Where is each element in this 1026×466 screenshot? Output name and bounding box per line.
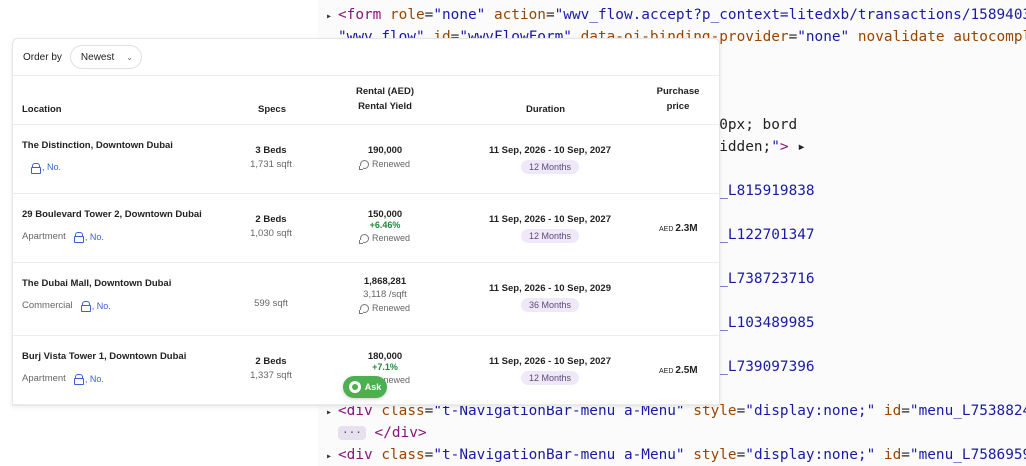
column-purchase-price[interactable]: Purchase price [653, 85, 703, 113]
column-duration[interactable]: Duration [526, 103, 565, 116]
location-sub: Apartment , No. [22, 231, 104, 243]
duration-range: 11 Sep, 2026 - 10 Sep, 2027 [488, 145, 611, 156]
renewed-label: Renewed [371, 159, 411, 169]
duration-months-badge: 12 Months [520, 371, 580, 385]
spec-sqft: 1,030 sqft [250, 228, 292, 239]
column-purchase-line2: price [666, 101, 690, 112]
lock-icon [80, 301, 91, 312]
renewed-status: Renewed [335, 303, 435, 314]
renewed-status: Renewed [335, 233, 435, 244]
unit-number-link[interactable]: , No. [85, 232, 104, 242]
code-text: ··· </div> [338, 425, 427, 441]
lock-icon [73, 374, 84, 385]
property-type: Apartment [22, 231, 66, 242]
rental-amount: 190,000 [367, 145, 403, 156]
renew-icon [358, 233, 369, 244]
rental-per-sqft: 3,118 /sqft [363, 289, 407, 300]
price-value: 2.3M [675, 223, 698, 234]
column-rental-line1: Rental (AED) [355, 86, 415, 97]
unit-number-link[interactable]: , No. [42, 162, 61, 172]
spec-sqft: 599 sqft [254, 298, 288, 309]
table-row[interactable]: The Distinction, Downtown Dubai , No. 3 Be… [13, 125, 719, 194]
order-select-value: Newest [80, 51, 115, 63]
order-by-label: Order by [23, 51, 62, 63]
unit-number-link[interactable]: , No. [92, 301, 111, 311]
expand-triangle-icon[interactable]: ▸ [326, 446, 338, 466]
unit-number-link[interactable]: , No. [85, 374, 104, 384]
duration-months-badge: 12 Months [520, 160, 580, 174]
table-header: Location Specs Rental (AED) Rental Yield… [13, 76, 719, 125]
table-row[interactable]: 29 Boulevard Tower 2, Downtown Dubai Apar… [13, 194, 719, 263]
location-title[interactable]: Burj Vista Tower 1, Downtown Dubai [22, 351, 186, 362]
column-rental-line2: Rental Yield [358, 101, 412, 112]
rental-amount: 1,868,281 [363, 276, 407, 287]
rental-cell: 150,000 +6.46% Renewed [335, 209, 435, 244]
code-text: <div class="t-NavigationBar-menu a-Menu"… [338, 447, 1026, 463]
renewed-status: Renewed [335, 159, 435, 170]
chevron-down-icon: ⌄ [126, 52, 133, 62]
renew-icon [358, 159, 369, 170]
renewed-label: Renewed [371, 303, 411, 313]
rental-yield-delta: +7.1% [372, 362, 398, 372]
duration-cell: 11 Sep, 2026 - 10 Sep, 2029 36 Months [475, 283, 625, 312]
duration-months-badge: 36 Months [520, 298, 580, 312]
code-text: <form role="none" action="wwv_flow.accep… [338, 7, 1026, 23]
location-sub: Commercial , No. [22, 300, 111, 312]
currency-label: AED [659, 368, 674, 375]
spec-beds: 2 Beds [255, 214, 287, 225]
location-sub: Apartment , No. [22, 373, 104, 385]
duration-cell: 11 Sep, 2026 - 10 Sep, 2027 12 Months [475, 214, 625, 243]
lock-icon [31, 162, 41, 174]
column-rental[interactable]: Rental (AED) Rental Yield [355, 85, 415, 113]
column-location[interactable]: Location [22, 103, 62, 116]
lock-icon [73, 232, 84, 243]
location-title[interactable]: The Dubai Mall, Downtown Dubai [22, 278, 171, 289]
whatsapp-ask-button[interactable]: Ask [343, 376, 387, 398]
ask-button-label: Ask [364, 382, 382, 392]
specs-cell: 3 Beds 1,731 sqft [231, 145, 311, 170]
code-line: ··· </div> [326, 422, 1026, 444]
location-sub: , No. [31, 162, 61, 174]
rental-yield-delta: +6.46% [369, 220, 401, 230]
column-specs[interactable]: Specs [258, 103, 286, 116]
order-select[interactable]: Newest ⌄ [69, 45, 142, 69]
currency-label: AED [659, 226, 674, 233]
property-type: Apartment [22, 373, 66, 384]
table-body: The Distinction, Downtown Dubai , No. 3 Be… [13, 125, 719, 405]
order-bar: Order by Newest ⌄ [13, 39, 719, 76]
spec-beds: 2 Beds [255, 356, 287, 367]
specs-cell: 2 Beds 1,337 sqft [231, 356, 311, 381]
spec-beds: 3 Beds [255, 145, 287, 156]
duration-cell: 11 Sep, 2026 - 10 Sep, 2027 12 Months [475, 145, 625, 174]
renewed-label: Renewed [371, 233, 411, 243]
whatsapp-icon [348, 381, 361, 393]
purchase-price: AED 2.3M [659, 223, 698, 234]
rental-cell: 190,000 Renewed [335, 145, 435, 170]
location-title[interactable]: 29 Boulevard Tower 2, Downtown Dubai [22, 209, 202, 220]
rental-amount: 180,000 [367, 351, 403, 362]
duration-months-badge: 12 Months [520, 229, 580, 243]
duration-range: 11 Sep, 2026 - 10 Sep, 2029 [488, 283, 611, 294]
purchase-price: AED 2.5M [659, 365, 698, 376]
spec-sqft: 1,731 sqft [250, 159, 292, 170]
location-title[interactable]: The Distinction, Downtown Dubai [22, 140, 173, 151]
rental-cell: 1,868,281 3,118 /sqft Renewed [335, 276, 435, 314]
table-row[interactable]: The Dubai Mall, Downtown Dubai Commercial… [13, 263, 719, 336]
column-purchase-line1: Purchase [656, 86, 700, 97]
renew-icon [358, 303, 369, 314]
transactions-card: Order by Newest ⌄ Location Specs Rental … [12, 38, 720, 406]
rental-amount: 150,000 [367, 209, 403, 220]
expand-triangle-icon[interactable]: ▸ [326, 6, 338, 26]
price-value: 2.5M [675, 365, 698, 376]
duration-range: 11 Sep, 2026 - 10 Sep, 2027 [488, 214, 611, 225]
duration-cell: 11 Sep, 2026 - 10 Sep, 2027 12 Months [475, 356, 625, 385]
code-line: ▸ <form role="none" action="wwv_flow.acce… [326, 4, 1026, 26]
spec-sqft: 1,337 sqft [250, 370, 292, 381]
code-line: ▸ <div class="t-NavigationBar-menu a-Menu… [326, 444, 1026, 466]
property-type: Commercial [22, 300, 73, 311]
specs-cell: 599 sqft [231, 298, 311, 309]
duration-range: 11 Sep, 2026 - 10 Sep, 2027 [488, 356, 611, 367]
specs-cell: 2 Beds 1,030 sqft [231, 214, 311, 239]
